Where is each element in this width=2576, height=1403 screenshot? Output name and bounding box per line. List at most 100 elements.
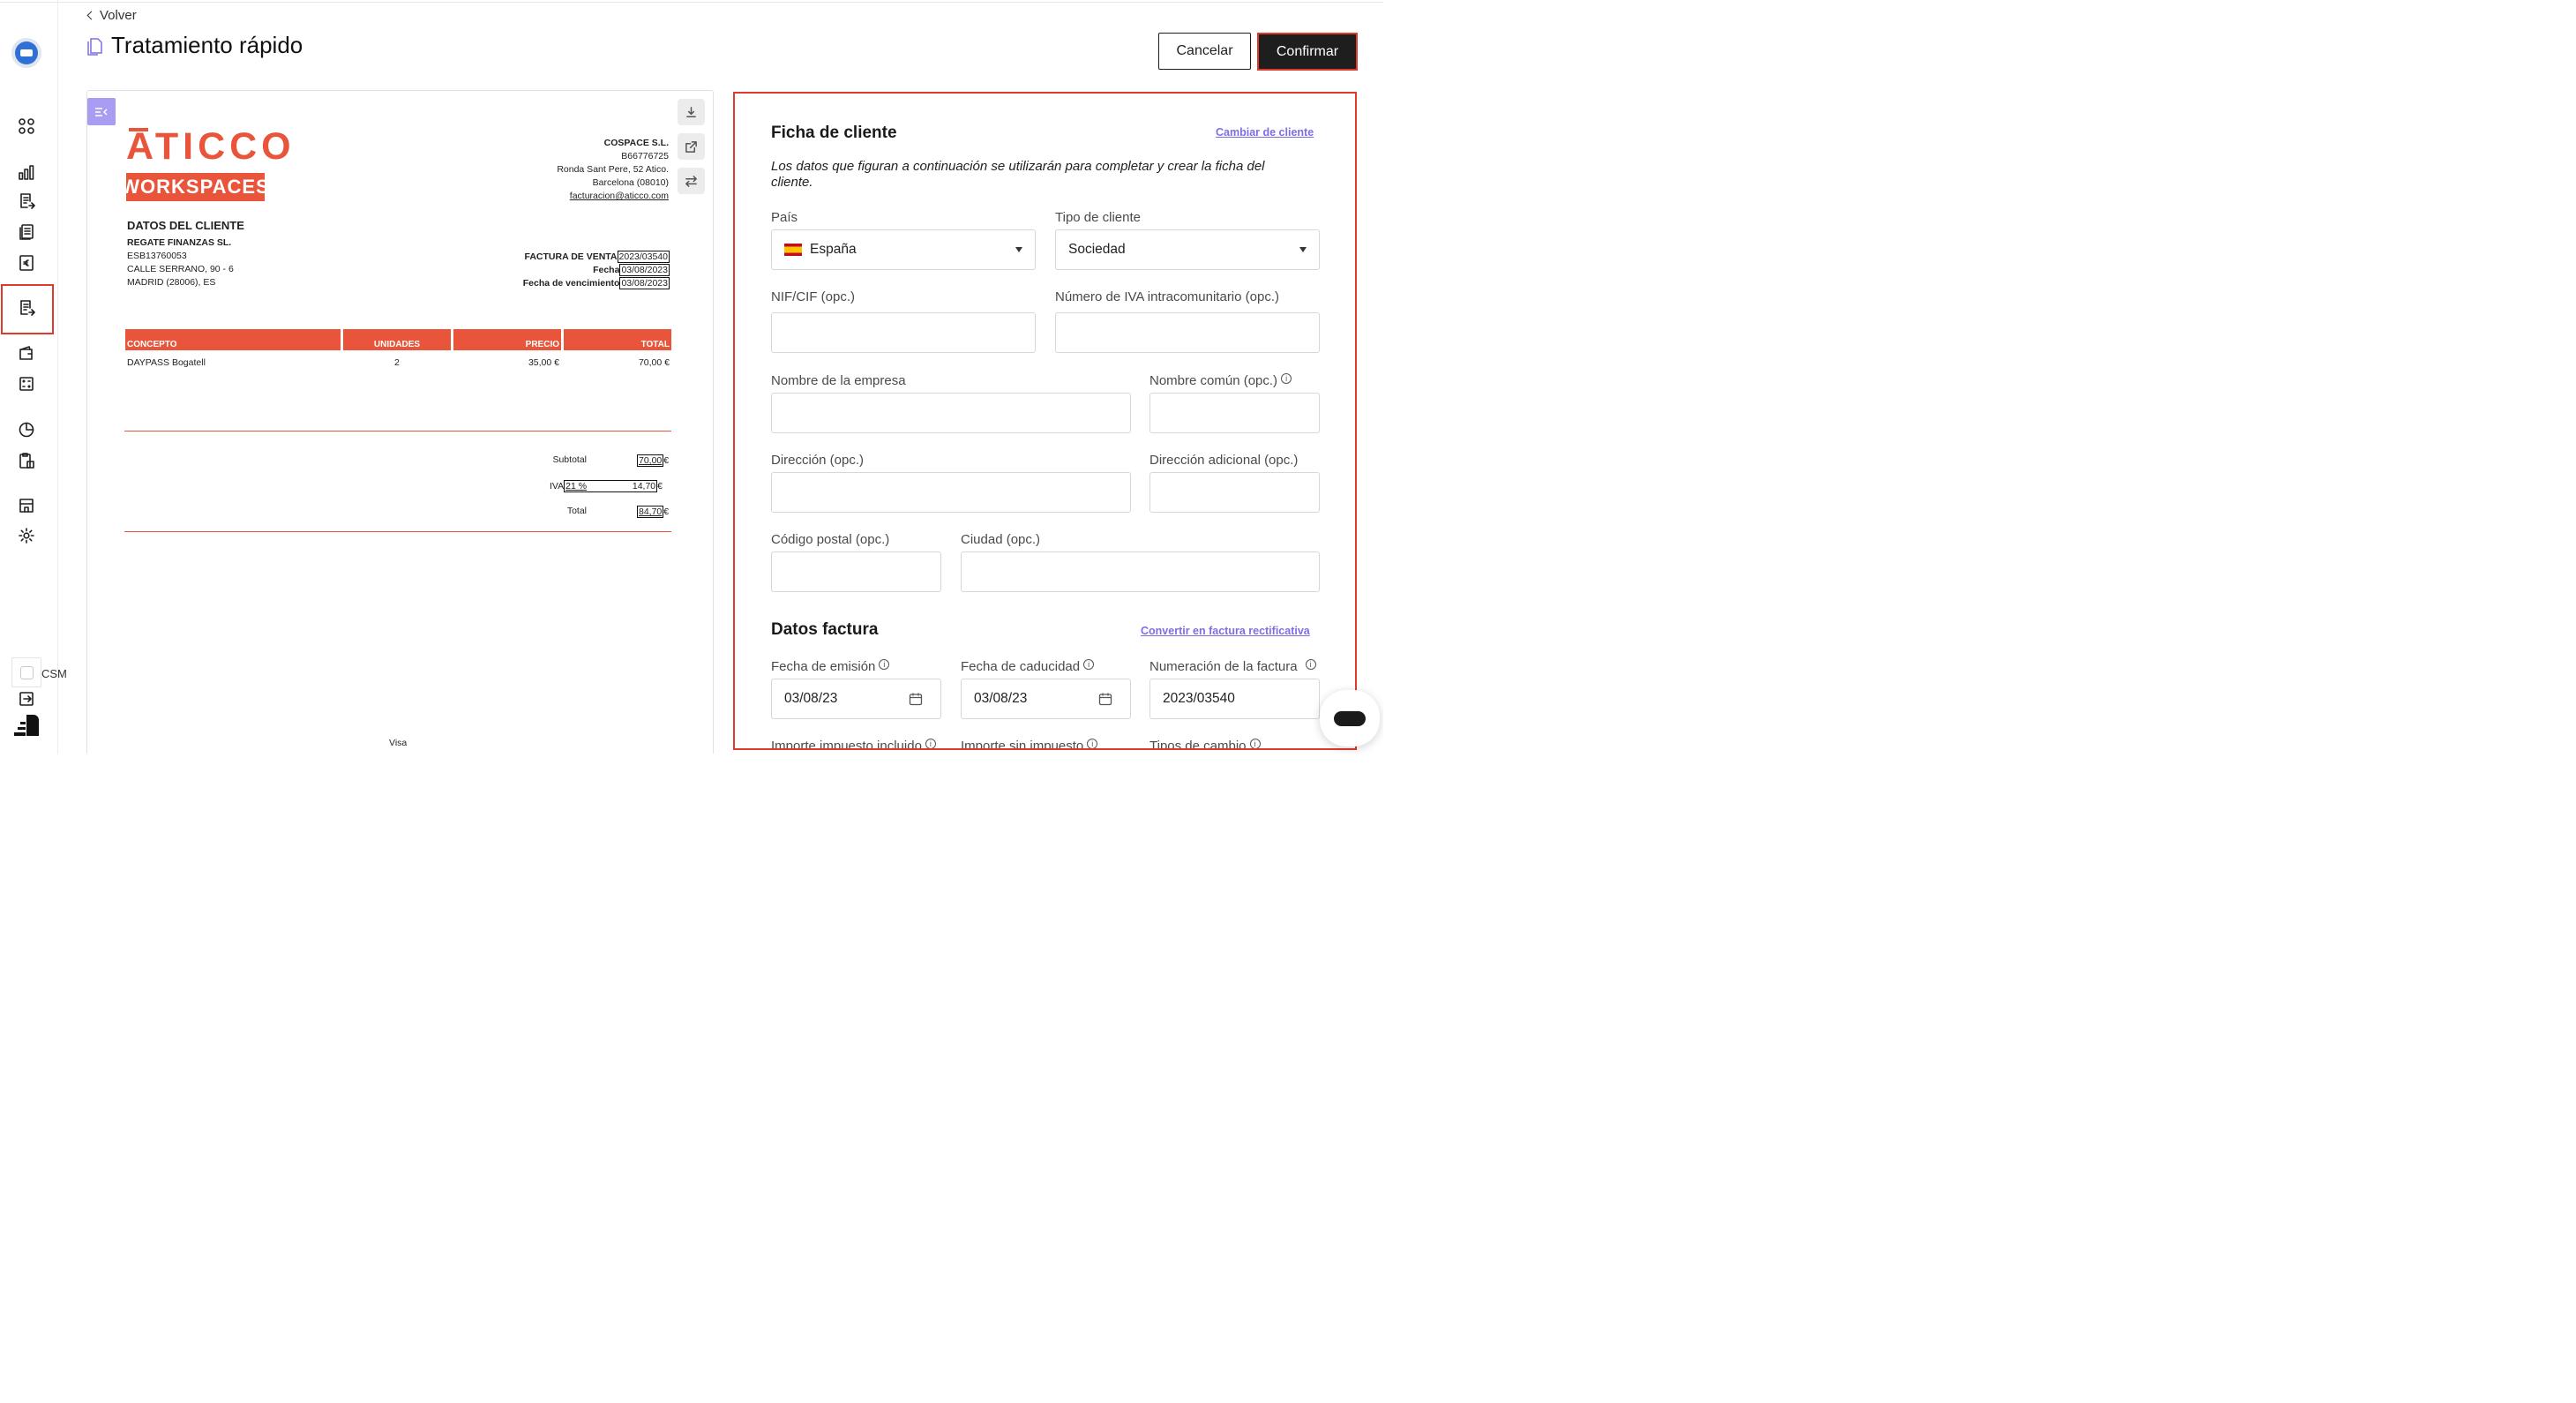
page-title: Tratamiento rápido: [111, 32, 303, 58]
country-select[interactable]: España: [771, 229, 1036, 270]
issuer-email[interactable]: facturacion@aticco.com: [570, 191, 669, 201]
invoice-number-label-wrap: Numeración de la factura i: [1149, 659, 1316, 674]
invoice-number-field-label: Numeración de la factura: [1149, 659, 1298, 674]
client-type-label: Tipo de cliente: [1055, 210, 1142, 225]
column-header-units: UNIDADES: [343, 329, 451, 350]
euro-receipt-icon[interactable]: [16, 252, 37, 274]
row-price: 35,00 €: [528, 357, 559, 368]
address2-input[interactable]: [1149, 472, 1320, 513]
exchange-label: Tipos de cambio: [1149, 739, 1247, 750]
client-name: REGATE FINANZAS SL.: [127, 237, 232, 248]
invoice-in-icon[interactable]: [16, 191, 37, 212]
logo-wordmark: ATICCO: [126, 125, 296, 168]
postal-code-input[interactable]: [771, 551, 941, 592]
due-date-label-wrap: Fecha de caducidad i: [961, 659, 1095, 674]
subtotal-currency: €: [663, 455, 670, 466]
client-type-select[interactable]: Sociedad: [1055, 229, 1320, 270]
address-label: Dirección (opc.): [771, 453, 865, 468]
back-label: Volver: [100, 8, 137, 23]
due-date-input[interactable]: 03/08/23: [961, 679, 1131, 719]
iva-value: 14,70: [632, 481, 656, 491]
calendar-icon[interactable]: [909, 692, 923, 706]
csm-label: CSM: [41, 667, 67, 680]
nif-input[interactable]: [771, 312, 1036, 353]
confirm-button[interactable]: Confirmar: [1257, 33, 1358, 71]
total-label: Total: [566, 506, 587, 516]
client-form-panel: Ficha de cliente Cambiar de cliente Los …: [733, 92, 1357, 750]
column-header-concept: CONCEPTO: [125, 329, 341, 350]
bar-chart-icon[interactable]: [16, 161, 37, 183]
common-name-input[interactable]: [1149, 393, 1320, 433]
info-icon[interactable]: i: [879, 659, 890, 670]
logout-icon[interactable]: [16, 688, 37, 709]
subtotal-value: 70,00: [637, 454, 664, 467]
issuer-address: Ronda Sant Pere, 52 Atico.: [557, 164, 669, 175]
info-icon[interactable]: i: [1087, 739, 1098, 748]
clipboard-icon[interactable]: [16, 450, 37, 471]
info-icon[interactable]: i: [1249, 739, 1261, 748]
invoice-table-header: CONCEPTO UNIDADES PRECIO TOTAL: [125, 329, 671, 350]
info-icon[interactable]: i: [1305, 659, 1316, 670]
logo-avatar-icon[interactable]: [11, 38, 41, 68]
cancel-button[interactable]: Cancelar: [1158, 33, 1251, 70]
info-icon[interactable]: i: [1083, 659, 1095, 670]
invoice-section-title: Datos factura: [771, 620, 879, 639]
calendar-icon[interactable]: [1098, 692, 1112, 706]
client-city: MADRID (28006), ES: [127, 277, 216, 288]
csm-checkbox[interactable]: [11, 657, 41, 687]
client-tax-id: ESB13760053: [127, 251, 187, 261]
back-link[interactable]: Volver: [85, 8, 137, 23]
client-section-title: Ficha de cliente: [771, 124, 897, 142]
external-link-icon[interactable]: [678, 133, 705, 160]
invoice-due-value: 03/08/2023: [619, 277, 670, 289]
document-icon: [86, 38, 102, 56]
info-icon[interactable]: i: [1281, 373, 1292, 384]
rectify-invoice-link[interactable]: Convertir en factura rectificativa: [1141, 625, 1310, 637]
wallet-icon[interactable]: [16, 342, 37, 364]
dashboard-icon[interactable]: [16, 116, 37, 137]
subtotal-value-line: 70,00 €: [637, 454, 669, 467]
swap-icon[interactable]: [678, 168, 705, 194]
due-date-label: Fecha de caducidad: [961, 659, 1081, 674]
chevron-left-icon: [86, 11, 96, 20]
sidebar-toggle-icon[interactable]: [87, 98, 116, 125]
payment-method: Visa: [389, 738, 408, 748]
iva-label: IVA: [550, 481, 565, 491]
issue-date-label: Fecha de emisión: [771, 659, 876, 674]
divider-line: [124, 531, 671, 532]
invoice-out-icon[interactable]: [16, 297, 37, 319]
pie-chart-icon[interactable]: [16, 419, 37, 440]
column-header-price: PRECIO: [453, 329, 561, 350]
invoice-number-label: FACTURA DE VENTA: [524, 251, 618, 262]
documents-icon[interactable]: [16, 221, 37, 243]
change-client-link[interactable]: Cambiar de cliente: [1216, 126, 1314, 139]
column-header-total: TOTAL: [564, 329, 671, 350]
city-label: Ciudad (opc.): [961, 532, 1041, 547]
store-icon[interactable]: [16, 495, 37, 516]
spain-flag-icon: [784, 244, 802, 256]
invoice-number-input[interactable]: 2023/03540: [1149, 679, 1320, 719]
city-input[interactable]: [961, 551, 1320, 592]
chat-widget-button[interactable]: [1320, 690, 1380, 747]
company-name-input[interactable]: [771, 393, 1131, 433]
gear-icon[interactable]: [16, 525, 37, 546]
caret-down-icon: [1299, 247, 1307, 252]
issue-date-input[interactable]: 03/08/23: [771, 679, 941, 719]
vat-input[interactable]: [1055, 312, 1320, 353]
download-icon[interactable]: [678, 99, 705, 125]
issue-date-value: 03/08/23: [784, 691, 838, 706]
row-concept: DAYPASS Bogatell: [127, 357, 206, 368]
vat-label: Número de IVA intracomunitario (opc.): [1055, 289, 1279, 304]
top-divider: [0, 2, 1383, 3]
info-icon[interactable]: i: [925, 739, 936, 748]
form-description: Los datos que figuran a continuación se …: [771, 159, 1265, 190]
brand-icon: [14, 715, 39, 736]
nif-label: NIF/CIF (opc.): [771, 289, 856, 304]
logo-subtitle: WORKSPACES: [121, 173, 269, 201]
calculator-icon[interactable]: [16, 373, 37, 394]
client-heading: DATOS DEL CLIENTE: [127, 219, 244, 232]
invoice-number-line: FACTURA DE VENTA 2023/03540: [525, 251, 670, 263]
address-input[interactable]: [771, 472, 1131, 513]
iva-rate: 21 %: [565, 481, 588, 491]
app-page: CSM Volver Tratamiento rápido Cancelar C…: [0, 0, 1383, 754]
